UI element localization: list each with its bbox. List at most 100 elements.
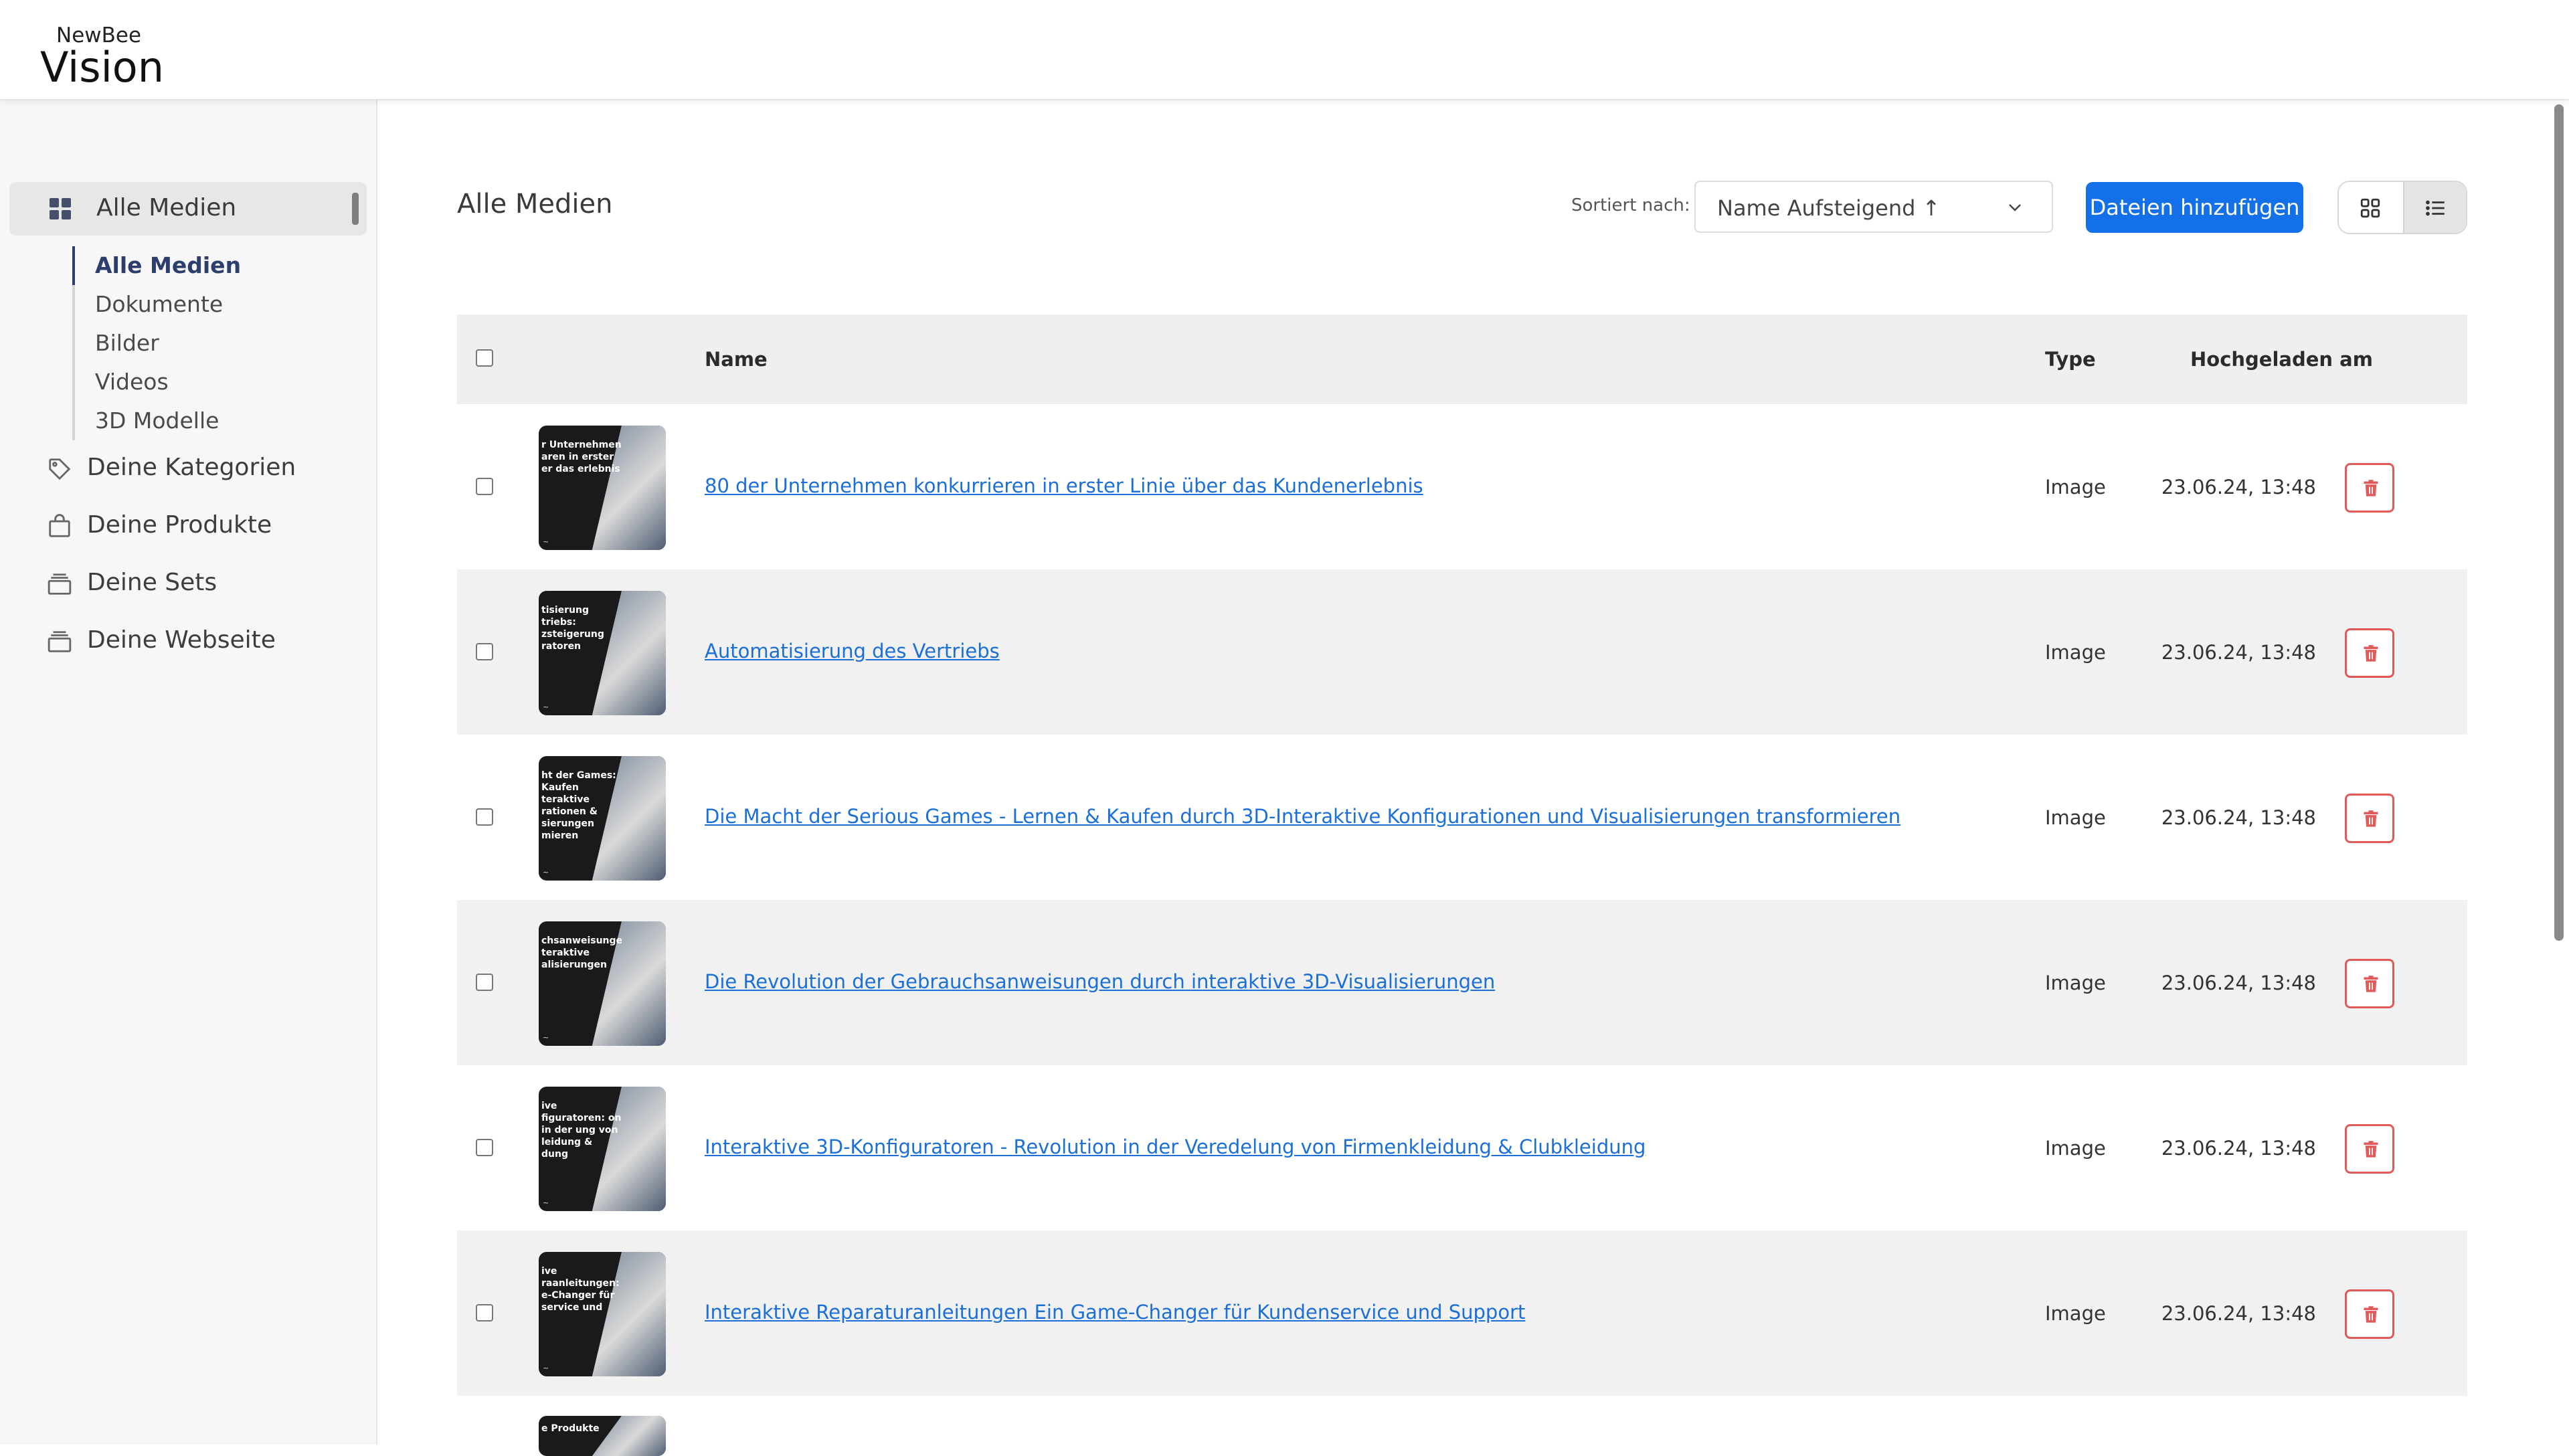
thumbnail-text: tisierung triebs: zsteigerung ratoren	[541, 605, 604, 652]
media-type: Image	[2045, 806, 2106, 829]
thumbnail-text: ive raanleitungen: e-Changer für service…	[541, 1266, 620, 1313]
thumbnail-text: ive figuratoren: on in der ung von leidu…	[541, 1101, 622, 1160]
media-type: Image	[2045, 972, 2106, 994]
thumbnail[interactable]: ht der Games: Kaufen teraktive rationen …	[539, 756, 666, 881]
media-name-link[interactable]: 80 der Unternehmen konkurrieren in erste…	[705, 474, 1423, 497]
trash-icon	[2364, 976, 2378, 992]
media-name-link[interactable]: Automatisierung des Vertriebs	[705, 640, 1000, 662]
trash-icon	[2364, 1141, 2378, 1158]
media-name-link[interactable]: Interaktive Reparaturanleitungen Ein Gam…	[705, 1301, 1525, 1324]
sort-label: Sortiert nach:	[1571, 195, 1690, 215]
thumbnail-text: ht der Games: Kaufen teraktive rationen …	[541, 770, 616, 841]
thumbnail[interactable]: tisierung triebs: zsteigerung ratoren ~	[539, 591, 666, 715]
chevron-down-icon	[2009, 204, 2021, 211]
sidebar-item-label: Alle Medien	[96, 194, 237, 221]
subnav-item-3d-modelle[interactable]: 3D Modelle	[75, 401, 340, 440]
page-title: Alle Medien	[457, 189, 613, 219]
trash-icon	[2364, 480, 2378, 496]
media-type: Image	[2045, 1302, 2106, 1325]
media-table: Name Type Hochgeladen am r Unternehmen a…	[457, 314, 2467, 1456]
row-checkbox[interactable]	[476, 1139, 493, 1156]
thumbnail[interactable]: ive figuratoren: on in der ung von leidu…	[539, 1087, 666, 1211]
upload-date: 23.06.24, 13:48	[2161, 641, 2316, 664]
grid-view-button[interactable]	[2339, 182, 2403, 233]
media-type: Image	[2045, 641, 2106, 664]
subnav-item-videos[interactable]: Videos	[75, 363, 340, 401]
sort-value: Name Aufsteigend ↑	[1717, 195, 1941, 221]
tag-icon	[49, 458, 71, 480]
thumbnail-text: r Unternehmen aren in erster er das erle…	[541, 440, 622, 474]
table-header: Name Type Hochgeladen am	[457, 314, 2467, 404]
subnav-item-alle-medien[interactable]: Alle Medien	[72, 246, 340, 285]
thumbnail-text: chsanweisungen teraktive alisierungen	[541, 935, 622, 970]
thumbnail[interactable]: ive raanleitungen: e-Changer für service…	[539, 1252, 666, 1376]
top-bar: NewBee Vision	[0, 0, 2569, 100]
grid-view-icon	[2360, 198, 2380, 218]
trash-icon	[2364, 810, 2378, 827]
media-type: Image	[2045, 1137, 2106, 1160]
main-content: Alle Medien Sortiert nach: Name Aufsteig…	[379, 100, 2569, 1456]
sidebar-item-label: Deine Sets	[87, 569, 217, 596]
stack-icon	[48, 631, 72, 652]
trash-icon	[2364, 1306, 2378, 1323]
table-row: e Produkte	[457, 1396, 2467, 1456]
row-checkbox[interactable]	[476, 1304, 493, 1322]
media-name-link[interactable]: Interaktive 3D-Konfiguratoren - Revoluti…	[705, 1135, 1646, 1158]
media-name-link[interactable]: Die Macht der Serious Games - Lernen & K…	[705, 805, 1900, 828]
delete-button[interactable]	[2345, 959, 2394, 1008]
table-row: ht der Games: Kaufen teraktive rationen …	[457, 735, 2467, 900]
add-files-button[interactable]: Dateien hinzufügen	[2086, 182, 2303, 233]
sidebar-subnav: Alle Medien Dokumente Bilder Videos 3D M…	[72, 246, 340, 440]
column-header-name[interactable]: Name	[705, 348, 768, 371]
sort-select[interactable]: Name Aufsteigend ↑	[1694, 181, 2053, 233]
sidebar: Alle Medien Alle Medien Dokumente Bilder…	[0, 100, 377, 1445]
sidebar-item-produkte[interactable]: Deine Produkte	[47, 506, 361, 546]
sidebar-item-webseite[interactable]: Deine Webseite	[47, 621, 361, 661]
subnav-item-bilder[interactable]: Bilder	[75, 324, 340, 363]
table-row: chsanweisungen teraktive alisierungen ~ D…	[457, 900, 2467, 1065]
delete-button[interactable]	[2345, 463, 2394, 513]
delete-button[interactable]	[2345, 628, 2394, 678]
subnav-item-dokumente[interactable]: Dokumente	[75, 285, 340, 324]
sidebar-item-sets[interactable]: Deine Sets	[47, 563, 361, 604]
row-checkbox[interactable]	[476, 974, 493, 991]
table-row: r Unternehmen aren in erster er das erle…	[457, 404, 2467, 569]
sidebar-item-label: Deine Kategorien	[87, 454, 296, 481]
sidebar-item-label: Deine Produkte	[87, 511, 272, 539]
stack-icon	[48, 573, 72, 595]
shopping-bag-icon	[49, 514, 70, 537]
select-all-checkbox[interactable]	[476, 349, 493, 367]
column-header-uploaded[interactable]: Hochgeladen am	[2190, 348, 2373, 371]
brand-logo[interactable]: NewBee Vision	[40, 24, 164, 88]
table-row: ive figuratoren: on in der ung von leidu…	[457, 1065, 2467, 1231]
sidebar-item-label: Deine Webseite	[87, 626, 276, 654]
list-view-icon	[2426, 200, 2445, 216]
list-view-button[interactable]	[2403, 182, 2466, 233]
delete-button[interactable]	[2345, 1124, 2394, 1174]
sidebar-item-alle-medien[interactable]: Alle Medien	[9, 182, 367, 236]
upload-date: 23.06.24, 13:48	[2161, 806, 2316, 829]
column-header-type[interactable]: Type	[2045, 348, 2096, 371]
table-row: tisierung triebs: zsteigerung ratoren ~ A…	[457, 569, 2467, 735]
media-type: Image	[2045, 476, 2106, 498]
upload-date: 23.06.24, 13:48	[2161, 1137, 2316, 1160]
thumbnail[interactable]: e Produkte	[539, 1416, 666, 1456]
scrollbar[interactable]	[2554, 104, 2564, 941]
upload-date: 23.06.24, 13:48	[2161, 972, 2316, 994]
delete-button[interactable]	[2345, 1289, 2394, 1339]
sidebar-item-kategorien[interactable]: Deine Kategorien	[47, 448, 361, 488]
delete-button[interactable]	[2345, 794, 2394, 843]
row-checkbox[interactable]	[476, 478, 493, 495]
media-name-link[interactable]: Die Revolution der Gebrauchsanweisungen …	[705, 970, 1495, 993]
row-checkbox[interactable]	[476, 643, 493, 660]
upload-date: 23.06.24, 13:48	[2161, 1302, 2316, 1325]
thumbnail-text: e Produkte	[541, 1423, 600, 1434]
brand-big: Vision	[40, 43, 165, 92]
thumbnail[interactable]: r Unternehmen aren in erster er das erle…	[539, 426, 666, 550]
row-checkbox[interactable]	[476, 808, 493, 826]
table-row: ive raanleitungen: e-Changer für service…	[457, 1231, 2467, 1396]
view-toggle	[2337, 181, 2467, 234]
grid-icon	[50, 198, 71, 219]
active-indicator	[352, 193, 359, 225]
thumbnail[interactable]: chsanweisungen teraktive alisierungen ~	[539, 921, 666, 1046]
